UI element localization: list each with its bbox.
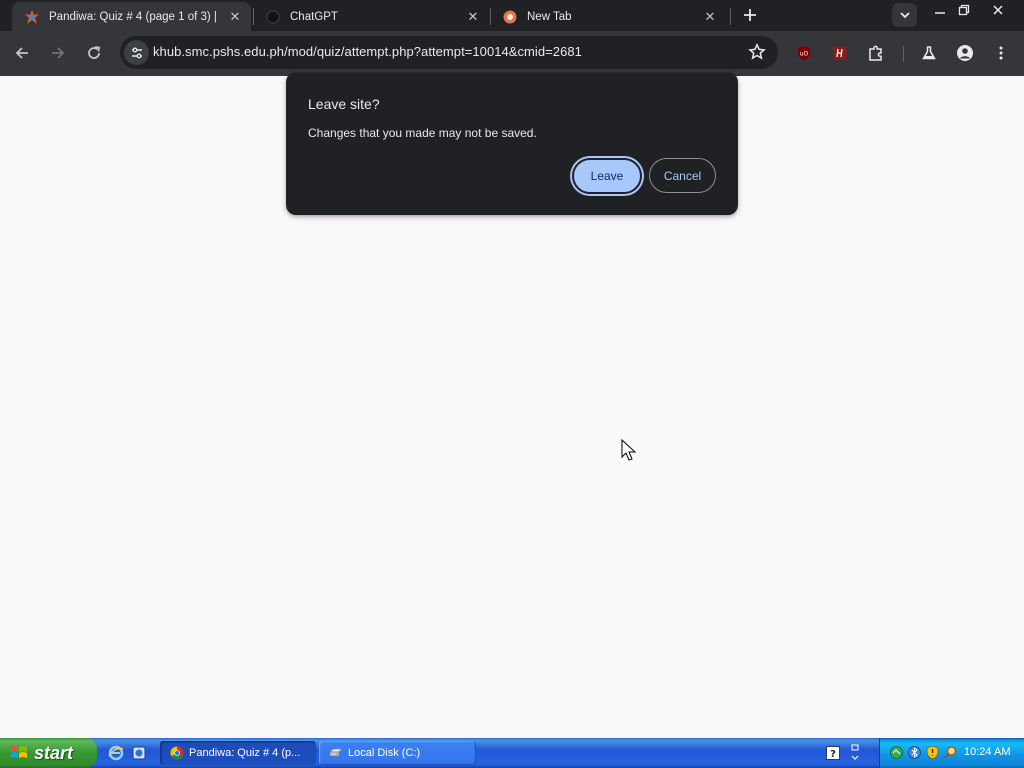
taskbar-item-label: Pandiwa: Quiz # 4 (p... bbox=[189, 747, 301, 759]
close-icon[interactable]: ✕ bbox=[225, 7, 245, 27]
restore-button[interactable] bbox=[949, 0, 979, 20]
new-tab-button[interactable] bbox=[737, 4, 763, 26]
toolbar-divider bbox=[903, 46, 904, 62]
dialog-title: Leave site? bbox=[308, 96, 380, 112]
url-text[interactable]: khub.smc.pshs.edu.ph/mod/quiz/attempt.ph… bbox=[153, 44, 582, 59]
bookmark-star-icon[interactable] bbox=[748, 43, 766, 61]
extension-h-button[interactable] bbox=[825, 38, 855, 68]
language-bar-restore-icon[interactable] bbox=[850, 744, 860, 762]
site-info-button[interactable] bbox=[124, 40, 149, 65]
clock: 10:24 AM bbox=[964, 746, 1011, 758]
network-icon[interactable] bbox=[889, 745, 904, 760]
flask-icon bbox=[922, 46, 936, 60]
person-icon bbox=[957, 45, 973, 61]
tab-chatgpt[interactable]: ChatGPT ✕ bbox=[253, 2, 489, 31]
minimize-icon bbox=[935, 12, 945, 14]
back-button[interactable] bbox=[7, 38, 37, 68]
reload-button[interactable] bbox=[79, 38, 109, 68]
tab-title: Pandiwa: Quiz # 4 (page 1 of 3) | bbox=[49, 10, 217, 23]
start-button[interactable]: start bbox=[0, 738, 97, 768]
tune-icon bbox=[131, 47, 142, 58]
profile-button[interactable] bbox=[950, 38, 980, 68]
taskbar: start Pandiwa: Quiz # 4 (p... Local Disk… bbox=[0, 738, 1024, 768]
brave-favicon-icon bbox=[502, 9, 518, 25]
reload-icon bbox=[88, 46, 101, 59]
extension-h-icon bbox=[833, 46, 847, 60]
svg-text:?: ? bbox=[830, 749, 836, 760]
address-bar[interactable]: khub.smc.pshs.edu.ph/mod/quiz/attempt.ph… bbox=[120, 36, 778, 69]
windows-logo-icon bbox=[11, 746, 27, 758]
restore-icon bbox=[958, 4, 970, 16]
taskbar-item-chrome[interactable]: Pandiwa: Quiz # 4 (p... bbox=[160, 741, 316, 765]
taskbar-item-local-disk[interactable]: Local Disk (C:) bbox=[319, 741, 476, 765]
leave-site-dialog: Leave site? Changes that you made may no… bbox=[287, 73, 737, 214]
svg-text:uO: uO bbox=[800, 51, 809, 58]
labs-button[interactable] bbox=[914, 38, 944, 68]
chevron-down-icon bbox=[899, 12, 910, 19]
taskbar-item-label: Local Disk (C:) bbox=[348, 747, 421, 759]
internet-explorer-icon[interactable] bbox=[108, 745, 124, 761]
dialog-message: Changes that you made may not be saved. bbox=[308, 126, 537, 140]
bluetooth-icon[interactable] bbox=[907, 745, 922, 760]
kebab-menu-icon bbox=[999, 46, 1003, 60]
tab-title: New Tab bbox=[527, 10, 572, 23]
arrow-left-icon bbox=[15, 47, 28, 59]
tab-divider bbox=[730, 8, 731, 25]
close-icon bbox=[993, 5, 1003, 15]
arrow-right-icon bbox=[52, 47, 65, 59]
drive-icon bbox=[329, 748, 343, 757]
media-player-icon[interactable] bbox=[131, 745, 147, 761]
plus-icon bbox=[744, 9, 756, 21]
tab-strip: Pandiwa: Quiz # 4 (page 1 of 3) | ✕ Chat… bbox=[0, 0, 1024, 31]
tab-search-button[interactable] bbox=[892, 3, 917, 27]
close-icon[interactable]: ✕ bbox=[463, 7, 483, 27]
ublock-extension-button[interactable]: uO bbox=[789, 38, 819, 68]
close-window-button[interactable] bbox=[983, 0, 1013, 20]
chrome-icon bbox=[170, 746, 184, 760]
search-magnifier-icon[interactable] bbox=[943, 745, 958, 760]
help-icon[interactable]: ? bbox=[826, 746, 840, 760]
leave-button[interactable]: Leave bbox=[572, 158, 642, 194]
security-shield-icon[interactable] bbox=[925, 745, 940, 760]
mouse-cursor-icon bbox=[621, 439, 637, 461]
system-tray: 10:24 AM bbox=[879, 738, 1024, 768]
extensions-button[interactable] bbox=[861, 38, 891, 68]
forward-button[interactable] bbox=[43, 38, 73, 68]
menu-button[interactable] bbox=[986, 38, 1016, 68]
tab-new-tab[interactable]: New Tab ✕ bbox=[490, 2, 726, 31]
moodle-favicon-icon bbox=[24, 9, 40, 25]
puzzle-icon bbox=[869, 45, 882, 61]
cancel-button[interactable]: Cancel bbox=[649, 158, 716, 193]
start-label: start bbox=[34, 742, 74, 763]
tab-quiz[interactable]: Pandiwa: Quiz # 4 (page 1 of 3) | ✕ bbox=[12, 2, 251, 31]
ublock-icon: uO bbox=[798, 46, 810, 60]
chatgpt-favicon-icon bbox=[265, 9, 281, 25]
browser-toolbar: khub.smc.pshs.edu.ph/mod/quiz/attempt.ph… bbox=[0, 31, 1024, 76]
close-icon[interactable]: ✕ bbox=[700, 7, 720, 27]
tab-title: ChatGPT bbox=[290, 10, 338, 23]
